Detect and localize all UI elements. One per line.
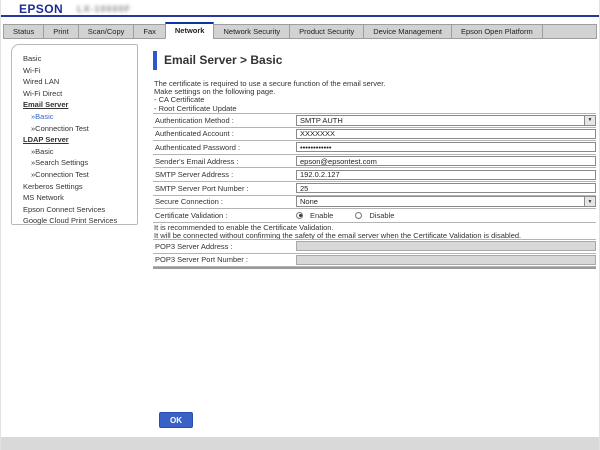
tab-network-security[interactable]: Network Security <box>213 24 290 39</box>
page-title-accent-bar <box>153 51 157 70</box>
form-row-authentication-method: Authentication Method : SMTP AUTH ▼ <box>153 114 596 128</box>
sender-email-input[interactable] <box>296 156 596 166</box>
sidebar-item-ldap-basic[interactable]: »Basic <box>12 146 137 158</box>
sidebar-item-ldap-search-settings[interactable]: »Search Settings <box>12 157 137 169</box>
ok-button[interactable]: OK <box>159 412 193 428</box>
certificate-validation-label: Certificate Validation : <box>153 211 296 220</box>
app-header: EPSON LX-10000F <box>1 0 599 17</box>
sidebar-item-epson-connect-services[interactable]: Epson Connect Services <box>12 204 137 216</box>
email-server-form: Authentication Method : SMTP AUTH ▼ Auth… <box>153 113 596 223</box>
sidebar-item-email-server-basic[interactable]: »Basic <box>12 111 137 123</box>
authenticated-password-label: Authenticated Password : <box>153 143 296 152</box>
secure-connection-value: None <box>297 197 318 206</box>
form-row-authenticated-account: Authenticated Account : <box>153 128 596 142</box>
tab-product-security[interactable]: Product Security <box>289 24 364 39</box>
disable-radio[interactable] <box>355 212 362 219</box>
main-tab-bar: Status Print Scan/Copy Fax Network Netwo… <box>3 22 597 39</box>
sidebar-item-ldap-connection-test[interactable]: »Connection Test <box>12 169 137 181</box>
authenticated-account-label: Authenticated Account : <box>153 129 296 138</box>
sidebar-item-wifi-direct[interactable]: Wi-Fi Direct <box>12 88 137 100</box>
sidebar-item-wifi[interactable]: Wi-Fi <box>12 65 137 77</box>
pop3-server-port-input <box>296 255 596 265</box>
pop3-server-port-label: POP3 Server Port Number : <box>153 255 296 264</box>
authenticated-account-input[interactable] <box>296 129 596 139</box>
secure-connection-label: Secure Connection : <box>153 197 296 206</box>
authenticated-password-input[interactable] <box>296 142 596 152</box>
page-title: Email Server > Basic <box>164 53 282 67</box>
sidebar-item-kerberos-settings[interactable]: Kerberos Settings <box>12 181 137 193</box>
form-row-sender-email: Sender's Email Address : <box>153 155 596 169</box>
smtp-server-address-label: SMTP Server Address : <box>153 170 296 179</box>
intro-text: The certificate is required to use a sec… <box>154 80 385 113</box>
secure-connection-select[interactable]: None ▼ <box>296 196 596 207</box>
sidebar-item-email-server-connection-test[interactable]: »Connection Test <box>12 123 137 135</box>
sidebar-section-ldap-server[interactable]: LDAP Server <box>12 134 137 146</box>
sidebar-item-google-cloud-print-services[interactable]: Google Cloud Print Services <box>12 215 137 227</box>
chevron-down-icon[interactable]: ▼ <box>584 197 595 206</box>
epson-webconfig-page: EPSON LX-10000F Status Print Scan/Copy F… <box>0 0 600 450</box>
authentication-method-value: SMTP AUTH <box>297 116 343 125</box>
form-row-pop3-server-port: POP3 Server Port Number : <box>153 254 596 268</box>
printer-model-label: LX-10000F <box>77 4 131 14</box>
smtp-server-port-input[interactable] <box>296 183 596 193</box>
certificate-validation-radio-group: Enable Disable <box>296 211 412 220</box>
form-row-secure-connection: Secure Connection : None ▼ <box>153 196 596 210</box>
sidebar-item-basic[interactable]: Basic <box>12 53 137 65</box>
smtp-server-address-input[interactable] <box>296 170 596 180</box>
certificate-validation-note: It is recommended to enable the Certific… <box>154 224 521 240</box>
network-sidebar: Basic Wi-Fi Wired LAN Wi-Fi Direct Email… <box>11 44 138 225</box>
smtp-server-port-label: SMTP Server Port Number : <box>153 184 296 193</box>
sender-email-label: Sender's Email Address : <box>153 157 296 166</box>
enable-radio-label: Enable <box>310 211 333 220</box>
epson-logo: EPSON <box>19 2 63 16</box>
form-row-smtp-server-address: SMTP Server Address : <box>153 168 596 182</box>
tab-epson-open-platform[interactable]: Epson Open Platform <box>451 24 543 39</box>
enable-radio[interactable] <box>296 212 303 219</box>
tab-fax[interactable]: Fax <box>133 24 166 39</box>
form-row-pop3-server-address: POP3 Server Address : <box>153 240 596 254</box>
pop3-form: POP3 Server Address : POP3 Server Port N… <box>153 239 596 269</box>
authentication-method-label: Authentication Method : <box>153 116 296 125</box>
tab-bar-filler <box>542 24 597 39</box>
pop3-server-address-label: POP3 Server Address : <box>153 242 296 251</box>
disable-radio-label: Disable <box>369 211 394 220</box>
pop3-server-address-input <box>296 241 596 251</box>
form-row-certificate-validation: Certificate Validation : Enable Disable <box>153 209 596 223</box>
tab-print[interactable]: Print <box>43 24 78 39</box>
authentication-method-select[interactable]: SMTP AUTH ▼ <box>296 115 596 126</box>
tab-network[interactable]: Network <box>165 22 215 39</box>
sidebar-section-email-server[interactable]: Email Server <box>12 99 137 111</box>
sidebar-item-wired-lan[interactable]: Wired LAN <box>12 76 137 88</box>
form-row-smtp-server-port: SMTP Server Port Number : <box>153 182 596 196</box>
footer-band <box>1 437 599 450</box>
chevron-down-icon[interactable]: ▼ <box>584 116 595 125</box>
tab-scan-copy[interactable]: Scan/Copy <box>78 24 135 39</box>
tab-device-management[interactable]: Device Management <box>363 24 452 39</box>
form-row-authenticated-password: Authenticated Password : <box>153 141 596 155</box>
intro-line-4: - Root Certificate Update <box>154 105 385 113</box>
sidebar-item-ms-network[interactable]: MS Network <box>12 192 137 204</box>
tab-status[interactable]: Status <box>3 24 44 39</box>
